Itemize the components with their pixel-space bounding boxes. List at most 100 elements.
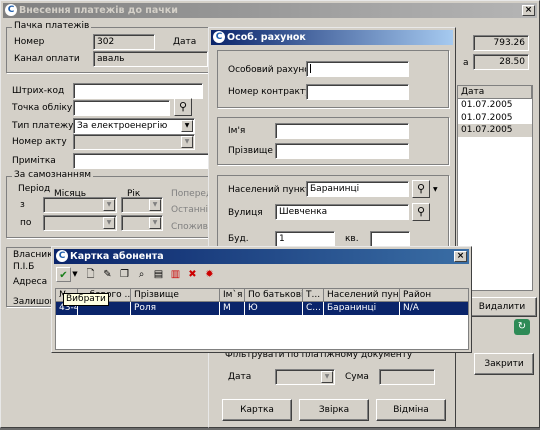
cancel-button[interactable]: Відміна	[376, 399, 446, 421]
a-label: а	[463, 58, 469, 68]
account-titlebar: C Особ. рахунок	[211, 30, 453, 45]
sum-field-1: 793.26	[473, 35, 529, 51]
date-label: Дата	[173, 37, 197, 47]
note-input[interactable]	[73, 153, 213, 169]
account-title: Особ. рахунок	[227, 32, 306, 43]
from-label: з	[20, 200, 25, 210]
date-column-header[interactable]: Дата	[458, 86, 532, 99]
name-input[interactable]	[275, 123, 409, 139]
date-row[interactable]: 01.07.2005	[458, 124, 532, 137]
date-row[interactable]: 01.07.2005	[458, 99, 532, 112]
date-label: Дата	[228, 372, 252, 382]
number-label: Номер	[14, 37, 45, 47]
print-red-icon[interactable]: ▥	[168, 267, 183, 282]
close-button[interactable]: Закрити	[474, 353, 534, 375]
close-icon[interactable]: ×	[522, 5, 535, 16]
app-icon: C	[5, 4, 17, 16]
chevron-down-icon[interactable]: ▼	[321, 371, 333, 383]
settlement-search-icon[interactable]: ⚲	[412, 180, 430, 198]
grid-header-patronymic[interactable]: По батькові	[245, 289, 303, 302]
refresh-icon[interactable]: ↻	[514, 319, 530, 335]
caret-down-icon[interactable]: ▼	[71, 267, 79, 282]
point-label: Точка обліку	[12, 103, 73, 113]
point-search-icon[interactable]: ⚲	[174, 98, 192, 116]
from-month-select[interactable]: ▼	[43, 197, 117, 213]
type-select[interactable]: За електроенергію ▼	[73, 118, 195, 134]
settings-red-icon[interactable]: ✹	[202, 267, 217, 282]
pib-label: П.І.Б	[13, 262, 35, 272]
grid-header-settlement[interactable]: Населений пункт	[324, 289, 400, 302]
surname-input[interactable]	[275, 143, 409, 159]
delete-button[interactable]: Видалити	[467, 297, 537, 317]
name-label: Ім'я	[228, 126, 246, 136]
edit-doc-icon[interactable]: ✎	[100, 267, 115, 282]
type-label: Тип платежу	[12, 121, 74, 131]
main-titlebar: C Внесення платежів до пачки ×	[3, 3, 537, 18]
check-icon[interactable]: ✔	[56, 267, 71, 282]
barcode-input[interactable]	[73, 83, 203, 99]
bud-label: Буд.	[228, 234, 249, 244]
point-input[interactable]	[73, 100, 170, 116]
settlement-label: Населений пункт	[228, 185, 311, 195]
find-doc-icon[interactable]: ⌕	[134, 267, 149, 282]
number-field: 302	[93, 34, 155, 50]
account-dialog: C Особ. рахунок Особовий рахунок Номер к…	[208, 27, 456, 428]
card-title: Картка абонента	[70, 251, 164, 262]
account-label: Особовий рахунок	[228, 65, 316, 75]
bud-input[interactable]: 1	[275, 231, 335, 247]
cell-surname: Роля	[131, 302, 220, 315]
street-input[interactable]: Шевченка	[275, 204, 409, 220]
street-search-icon[interactable]: ⚲	[412, 203, 430, 221]
kv-input[interactable]	[370, 231, 410, 247]
cell-name: М	[220, 302, 245, 315]
chevron-down-icon[interactable]: ▼	[103, 217, 115, 229]
owner-label: Власник	[13, 250, 53, 260]
grid-header-surname[interactable]: Прізвище	[131, 289, 220, 302]
main-title: Внесення платежів до пачки	[19, 5, 178, 16]
street-label: Вулиця	[228, 208, 263, 218]
close-icon[interactable]: ×	[454, 251, 467, 262]
grid-header-t[interactable]: Т...	[303, 289, 324, 302]
cell-district: N/A	[403, 303, 419, 313]
copy-doc-icon[interactable]: ❐	[117, 267, 132, 282]
chevron-down-icon[interactable]: ▼	[149, 217, 161, 229]
sum-field-2: 28.50	[473, 54, 529, 70]
select-tooltip: Вибрати	[63, 293, 109, 306]
settlement-dropdown-icon[interactable]: ▼	[433, 186, 438, 193]
delete-red-icon[interactable]: ✖	[185, 267, 200, 282]
act-select[interactable]: ▼	[73, 134, 195, 150]
to-month-select[interactable]: ▼	[43, 215, 117, 231]
from-year-select[interactable]: ▼	[121, 197, 163, 213]
settlement-input[interactable]: Баранинці	[306, 181, 409, 197]
chevron-down-icon[interactable]: ▼	[149, 199, 161, 211]
date-select[interactable]: ▼	[275, 369, 335, 385]
channel-field: аваль	[93, 51, 208, 67]
act-label: Номер акту	[12, 137, 67, 147]
app-icon: C	[56, 250, 68, 262]
to-label: по	[20, 218, 32, 228]
cell-patronymic: Ю	[245, 302, 303, 315]
grid-header-district[interactable]: Район	[400, 289, 468, 302]
chevron-down-icon[interactable]: ▼	[103, 199, 115, 211]
view-doc-icon[interactable]: ▤	[151, 267, 166, 282]
grid-header-name[interactable]: Ім`я	[220, 289, 245, 302]
account-input[interactable]	[306, 61, 409, 77]
chevron-down-icon[interactable]: ▼	[181, 120, 193, 132]
abonent-grid: № ... ...бового ... Прізвище Ім`я По бат…	[55, 288, 469, 350]
card-button[interactable]: Картка	[222, 399, 292, 421]
cell-settlement: Баранинці	[324, 302, 400, 315]
barcode-label: Штрих-код	[12, 86, 65, 96]
to-year-select[interactable]: ▼	[121, 215, 163, 231]
table-row[interactable]: 43-420 Роля М Ю С... Баранинці N/A	[56, 302, 468, 315]
sum-input[interactable]	[379, 369, 435, 385]
card-window: C Картка абонента × ✔ ▼ 🗋 ✎ ❐ ⌕ ▤ ▥ ✖ ✹ …	[51, 246, 472, 353]
balance-label: Залишок	[13, 297, 56, 307]
new-doc-icon[interactable]: 🗋	[83, 267, 98, 282]
contract-label: Номер контракту	[228, 87, 311, 97]
chevron-down-icon[interactable]: ▼	[181, 136, 193, 148]
check-button[interactable]: Звірка	[299, 399, 369, 421]
contract-input[interactable]	[306, 84, 409, 100]
kv-label: кв.	[345, 234, 359, 244]
sum-label: Сума	[345, 372, 369, 382]
address-label: Адреса	[13, 277, 48, 287]
